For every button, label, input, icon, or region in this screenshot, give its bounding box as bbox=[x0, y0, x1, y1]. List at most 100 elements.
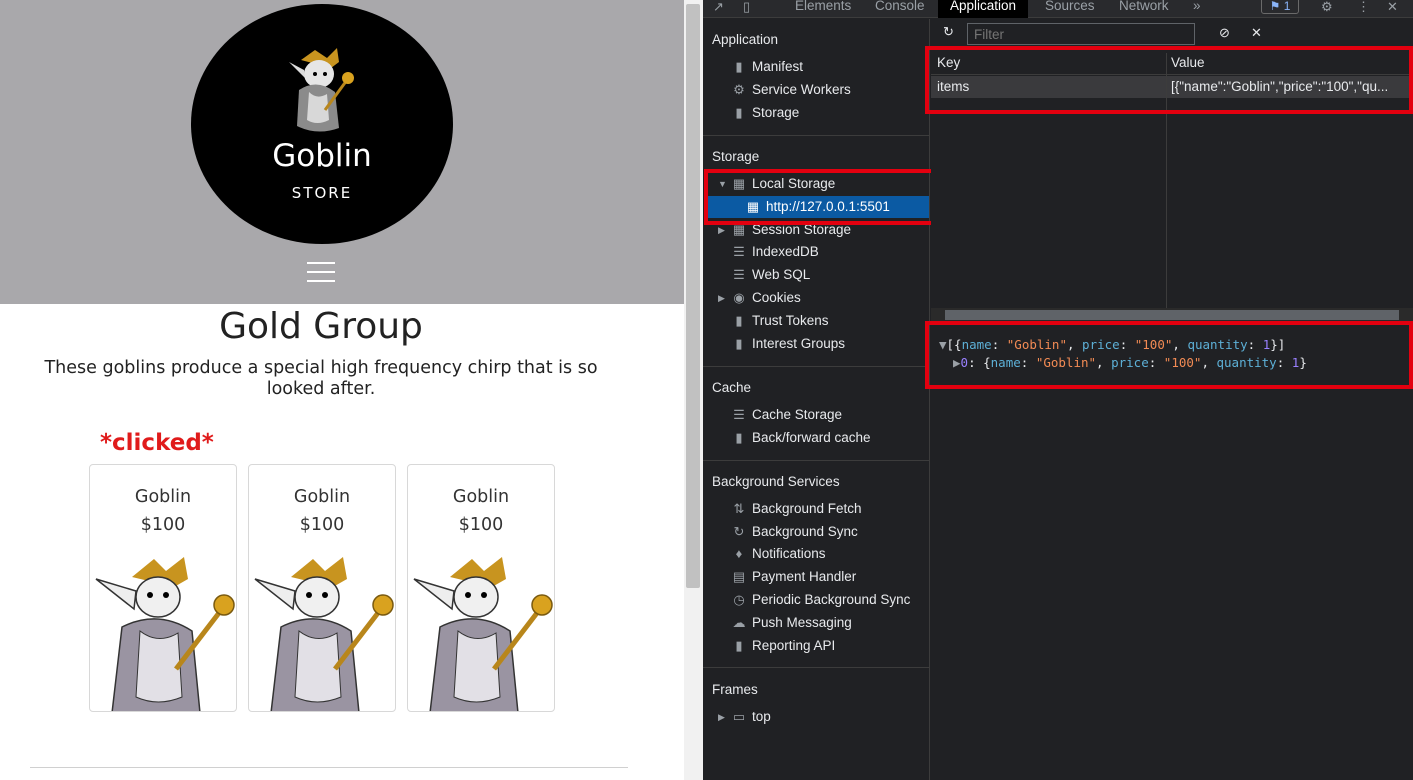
clicked-annotation: *clicked* bbox=[100, 430, 214, 456]
sidebar-item-interest-groups[interactable]: ▮ Interest Groups bbox=[703, 333, 929, 355]
cloud-icon: ☁ bbox=[732, 615, 746, 630]
product-card[interactable]: Goblin $100 bbox=[407, 464, 555, 712]
devtools-toolbar: ↗ ▯ Elements Console Application Sources… bbox=[703, 0, 1413, 18]
document-icon: ▮ bbox=[735, 105, 743, 120]
document-icon: ▮ bbox=[735, 638, 743, 653]
tab-sources[interactable]: Sources bbox=[1033, 0, 1107, 18]
bell-icon: ♦ bbox=[735, 546, 743, 561]
sidebar-item-payment-handler[interactable]: ▤ Payment Handler bbox=[703, 566, 929, 588]
value-preview-pane: ▼[{name: "Goblin", price: "100", quantit… bbox=[931, 322, 1413, 780]
kebab-menu-icon[interactable]: ⋮ bbox=[1357, 0, 1370, 16]
hamburger-menu-icon[interactable] bbox=[307, 260, 335, 284]
collapsed-triangle-icon[interactable]: ▶ bbox=[718, 287, 725, 309]
sidebar-item-label: Web SQL bbox=[752, 267, 811, 282]
sidebar-item-storage[interactable]: ▮ Storage bbox=[703, 102, 929, 124]
document-icon: ▮ bbox=[735, 336, 743, 351]
frame-icon: ▭ bbox=[732, 709, 746, 724]
sidebar-item-label: Background Sync bbox=[752, 524, 858, 539]
database-icon: ☰ bbox=[733, 244, 745, 259]
sidebar-item-notifications[interactable]: ♦ Notifications bbox=[703, 543, 929, 565]
sidebar-item-reporting-api[interactable]: ▮ Reporting API bbox=[703, 635, 929, 657]
table-horizontal-scrollbar[interactable] bbox=[931, 308, 1413, 322]
sidebar-item-local-storage[interactable]: ▼ ▦ Local Storage bbox=[703, 173, 929, 195]
more-tabs-button[interactable]: » bbox=[1181, 0, 1213, 18]
logo-subtitle: STORE bbox=[291, 184, 353, 202]
refresh-icon[interactable]: ↻ bbox=[943, 25, 954, 41]
scrollbar-thumb[interactable] bbox=[945, 310, 1399, 320]
hero-banner: Goblin STORE bbox=[0, 0, 684, 304]
sidebar-item-label: Back/forward cache bbox=[752, 430, 871, 445]
document-icon: ▮ bbox=[735, 430, 743, 445]
gear-icon: ⚙ bbox=[733, 82, 745, 97]
sidebar-item-cache-storage[interactable]: ☰ Cache Storage bbox=[703, 404, 929, 426]
sidebar-item-label: Cookies bbox=[752, 290, 801, 305]
sidebar-item-label: Manifest bbox=[752, 59, 804, 74]
expanded-triangle-icon[interactable]: ▼ bbox=[718, 173, 727, 195]
filter-input[interactable] bbox=[967, 23, 1195, 45]
group-description: These goblins produce a special high fre… bbox=[44, 358, 598, 399]
device-toolbar-icon[interactable]: ▯ bbox=[743, 0, 750, 16]
settings-gear-icon[interactable]: ⚙ bbox=[1321, 0, 1333, 16]
column-divider bbox=[1166, 53, 1167, 325]
filter-bar: ↻ ⊘ ✕ bbox=[931, 19, 1413, 47]
sidebar-item-label: top bbox=[752, 709, 771, 724]
tab-network[interactable]: Network bbox=[1107, 0, 1181, 18]
sidebar-item-cookies[interactable]: ▶ ◉ Cookies bbox=[703, 287, 929, 309]
sidebar-item-local-storage-origin[interactable]: ▦ http://127.0.0.1:5501 bbox=[707, 196, 929, 218]
table-grid-icon: ▦ bbox=[732, 176, 746, 191]
sidebar-item-push-messaging[interactable]: ☁ Push Messaging bbox=[703, 612, 929, 634]
page-scrollbar-thumb[interactable] bbox=[686, 4, 700, 588]
preview-array-line[interactable]: ▼[{name: "Goblin", price: "100", quantit… bbox=[939, 337, 1285, 352]
close-devtools-icon[interactable]: ✕ bbox=[1387, 0, 1398, 16]
up-down-arrows-icon: ⇅ bbox=[733, 501, 745, 516]
sidebar-item-label: Cache Storage bbox=[752, 407, 843, 422]
sidebar-item-web-sql[interactable]: ☰ Web SQL bbox=[703, 264, 929, 286]
sidebar-item-service-workers[interactable]: ⚙ Service Workers bbox=[703, 79, 929, 101]
clock-icon: ◷ bbox=[733, 592, 745, 607]
product-price: $100 bbox=[458, 515, 504, 535]
product-card[interactable]: Goblin $100 bbox=[89, 464, 237, 712]
goblin-logo-icon bbox=[289, 48, 354, 132]
sidebar-item-background-fetch[interactable]: ⇅ Background Fetch bbox=[703, 498, 929, 520]
sidebar-item-periodic-background-sync[interactable]: ◷ Periodic Background Sync bbox=[703, 589, 929, 611]
table-grid-icon: ▦ bbox=[732, 222, 746, 237]
issues-badge[interactable]: ⚑ 1 bbox=[1261, 0, 1299, 14]
document-icon: ▮ bbox=[735, 59, 743, 74]
table-row[interactable]: items [{"name":"Goblin","price":"100","q… bbox=[931, 76, 1413, 98]
inspect-element-icon[interactable]: ↗ bbox=[713, 0, 724, 16]
sidebar-header-cache: Cache bbox=[712, 380, 752, 395]
goblin-product-image bbox=[95, 557, 235, 711]
group-title: Gold Group bbox=[219, 306, 423, 347]
sidebar-item-back-forward-cache[interactable]: ▮ Back/forward cache bbox=[703, 427, 929, 449]
sidebar-item-label: Periodic Background Sync bbox=[752, 592, 911, 607]
store-page: Goblin STORE Gold Group These goblins pr… bbox=[0, 0, 684, 780]
key-column-header[interactable]: Key bbox=[937, 55, 960, 70]
sidebar-item-label: Reporting API bbox=[752, 638, 836, 653]
logo-title: Goblin bbox=[272, 138, 372, 174]
preview-item-line[interactable]: ▶0: {name: "Goblin", price: "100", quant… bbox=[953, 355, 1307, 370]
sidebar-item-indexeddb[interactable]: ☰ IndexedDB bbox=[703, 241, 929, 263]
collapsed-triangle-icon[interactable]: ▶ bbox=[718, 219, 725, 241]
storage-table-header: Key Value bbox=[931, 53, 1413, 75]
sidebar-item-label: Session Storage bbox=[752, 222, 852, 237]
product-card[interactable]: Goblin $100 bbox=[248, 464, 396, 712]
tab-application[interactable]: Application bbox=[938, 0, 1029, 18]
value-column-header[interactable]: Value bbox=[1171, 55, 1205, 70]
store-logo[interactable]: Goblin STORE bbox=[191, 4, 453, 244]
sidebar-item-session-storage[interactable]: ▶ ▦ Session Storage bbox=[703, 219, 929, 241]
sidebar-item-background-sync[interactable]: ↻ Background Sync bbox=[703, 521, 929, 543]
tab-elements[interactable]: Elements bbox=[783, 0, 863, 18]
sidebar-header-frames: Frames bbox=[712, 682, 758, 697]
clear-all-icon[interactable]: ⊘ bbox=[1219, 26, 1230, 42]
sidebar-item-label: Storage bbox=[752, 105, 800, 120]
collapsed-triangle-icon[interactable]: ▶ bbox=[718, 706, 725, 728]
sidebar-item-trust-tokens[interactable]: ▮ Trust Tokens bbox=[703, 310, 929, 332]
sidebar-divider bbox=[703, 135, 929, 136]
database-icon: ☰ bbox=[733, 267, 745, 282]
sidebar-item-label: Interest Groups bbox=[752, 336, 846, 351]
product-price: $100 bbox=[140, 515, 186, 535]
sidebar-item-manifest[interactable]: ▮ Manifest bbox=[703, 56, 929, 78]
tab-console[interactable]: Console bbox=[863, 0, 937, 18]
delete-selected-icon[interactable]: ✕ bbox=[1251, 26, 1262, 42]
sidebar-item-frame-top[interactable]: ▶ ▭ top bbox=[703, 706, 929, 728]
